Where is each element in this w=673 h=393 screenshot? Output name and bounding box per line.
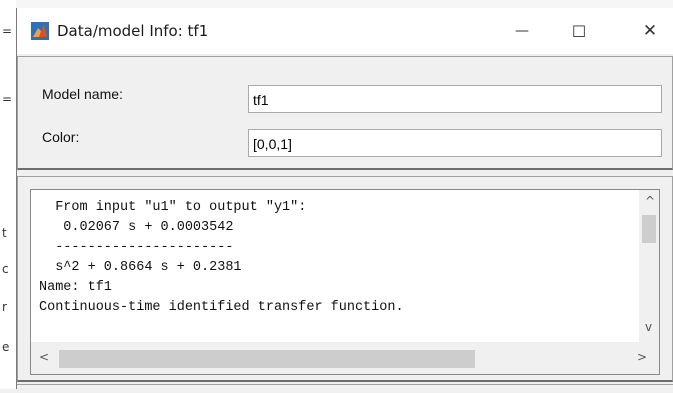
scroll-up-icon[interactable]: ^: [645, 194, 655, 208]
info-line: 0.02067 s + 0.0003542: [39, 220, 234, 235]
minimize-icon: —: [515, 23, 529, 39]
data-model-info-dialog: Data/model Info: tf1 — ☐ ✕ Model name: t…: [16, 8, 673, 393]
window-title: Data/model Info: tf1: [57, 22, 209, 40]
background-text: t: [2, 226, 7, 240]
minimize-button[interactable]: —: [499, 8, 545, 54]
scroll-down-icon[interactable]: v: [645, 320, 652, 334]
model-info-text: From input "u1" to output "y1": 0.02067 …: [39, 198, 629, 318]
background-text: =: [2, 24, 13, 38]
info-line: Continuous-time identified transfer func…: [39, 300, 404, 315]
info-line: From input "u1" to output "y1":: [39, 200, 307, 215]
info-line: ----------------------: [39, 240, 234, 255]
model-info-panel: From input "u1" to output "y1": 0.02067 …: [17, 176, 673, 382]
scroll-left-icon[interactable]: <: [39, 350, 49, 364]
vertical-scroll-thumb[interactable]: [642, 215, 656, 243]
background-window-edge: [0, 0, 673, 8]
title-bar[interactable]: Data/model Info: tf1 — ☐ ✕: [17, 8, 673, 54]
background-text: r: [2, 300, 7, 314]
info-line: s^2 + 0.8664 s + 0.2381: [39, 260, 242, 275]
horizontal-scrollbar[interactable]: < >: [31, 342, 659, 374]
model-name-label: Model name:: [42, 86, 123, 102]
info-line: Name: tf1: [39, 280, 112, 295]
model-properties-panel: Model name: tf1 Color: [0,0,1]: [17, 56, 673, 170]
background-text: e: [2, 340, 10, 354]
scroll-right-icon[interactable]: >: [637, 350, 647, 364]
maximize-icon: ☐: [571, 21, 587, 41]
maximize-button[interactable]: ☐: [556, 8, 602, 54]
color-label: Color:: [42, 129, 80, 145]
vertical-scrollbar[interactable]: ^ v: [639, 190, 659, 342]
model-info-textbox[interactable]: From input "u1" to output "y1": 0.02067 …: [30, 189, 660, 375]
background-text: =: [2, 92, 13, 106]
close-button[interactable]: ✕: [627, 8, 673, 54]
model-name-field[interactable]: tf1: [248, 85, 662, 113]
horizontal-scroll-thumb[interactable]: [59, 350, 475, 368]
matlab-icon: [31, 22, 49, 40]
close-icon: ✕: [642, 21, 658, 41]
color-field[interactable]: [0,0,1]: [248, 129, 662, 157]
background-text: c: [2, 262, 9, 276]
background-app: = = t c r e: [0, 0, 16, 389]
